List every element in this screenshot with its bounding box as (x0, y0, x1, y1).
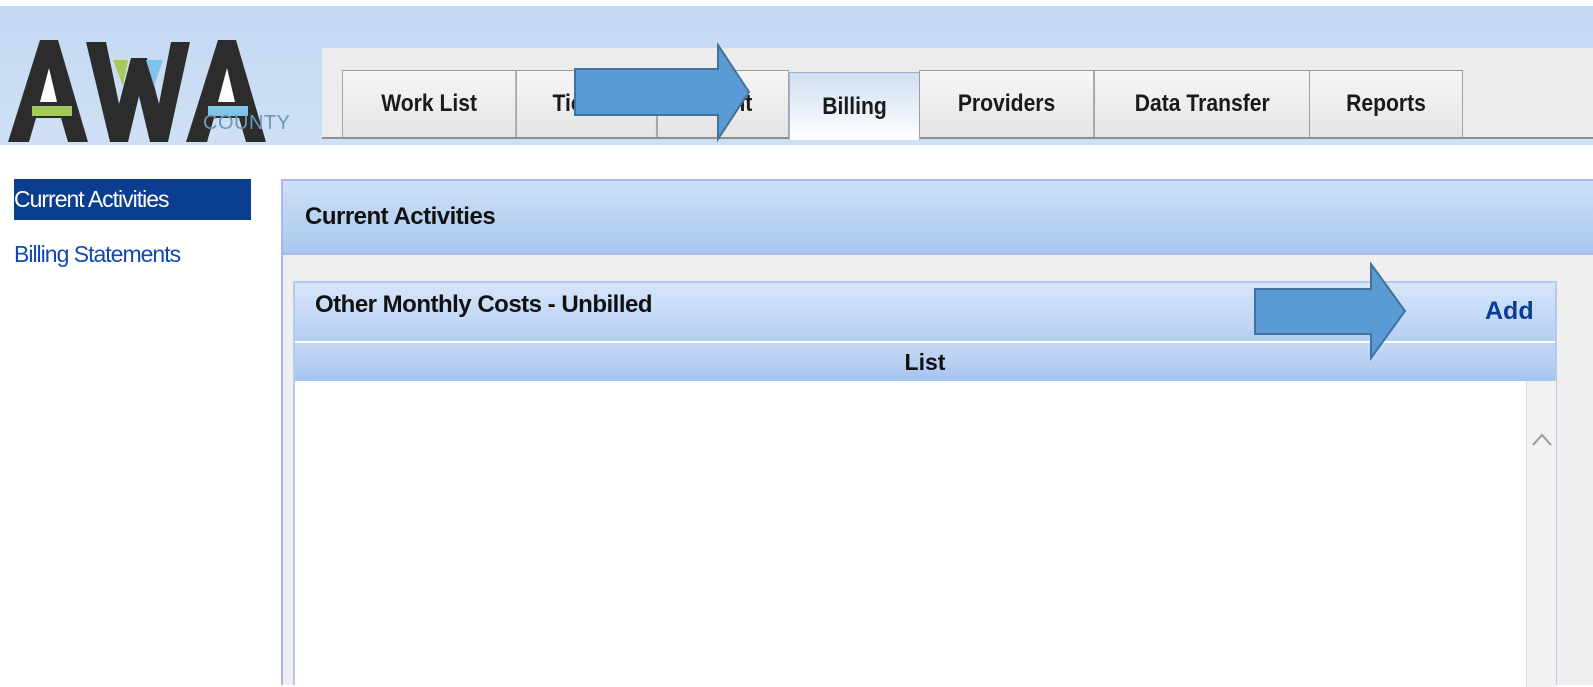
list-header: List (295, 341, 1555, 381)
tab-client[interactable]: Client (657, 70, 789, 137)
panel-title: Current Activities (305, 203, 496, 230)
tab-tickler[interactable]: Tickler (516, 70, 657, 137)
tab-providers-label: Providers (957, 90, 1056, 117)
tab-work-list-label: Work List (381, 90, 478, 117)
sidebar-item-label: Billing Statements (14, 241, 181, 267)
tab-client-label: Client (693, 90, 753, 117)
tab-reports[interactable]: Reports (1309, 70, 1463, 137)
logo-county-text: COUNTY (203, 112, 291, 134)
list-body (295, 381, 1525, 687)
tab-bar-divider (322, 137, 1593, 139)
tab-reports-label: Reports (1346, 90, 1426, 117)
tab-tickler-label: Tickler (552, 90, 621, 117)
tab-providers[interactable]: Providers (919, 70, 1095, 137)
section-header: Other Monthly Costs - Unbilled Add (295, 283, 1555, 341)
sidebar-item-billing-statements[interactable]: Billing Statements (14, 241, 181, 268)
section-title: Other Monthly Costs - Unbilled (315, 291, 653, 318)
tab-billing-label: Billing (822, 92, 887, 120)
tab-work-list[interactable]: Work List (342, 70, 517, 137)
other-monthly-costs-section: Other Monthly Costs - Unbilled Add List (293, 281, 1557, 687)
chevron-up-icon[interactable] (1531, 429, 1553, 451)
add-link[interactable]: Add (1485, 297, 1534, 326)
panel-header: Current Activities (283, 181, 1593, 255)
list-scrollbar[interactable] (1526, 381, 1556, 687)
top-strip (0, 0, 1593, 6)
tab-data-transfer[interactable]: Data Transfer (1094, 70, 1311, 137)
sidebar-item-current-activities[interactable]: Current Activities (14, 179, 251, 220)
tab-billing[interactable]: Billing (789, 72, 921, 140)
tab-data-transfer-label: Data Transfer (1134, 90, 1270, 117)
sidebar-item-label: Current Activities (14, 186, 170, 212)
